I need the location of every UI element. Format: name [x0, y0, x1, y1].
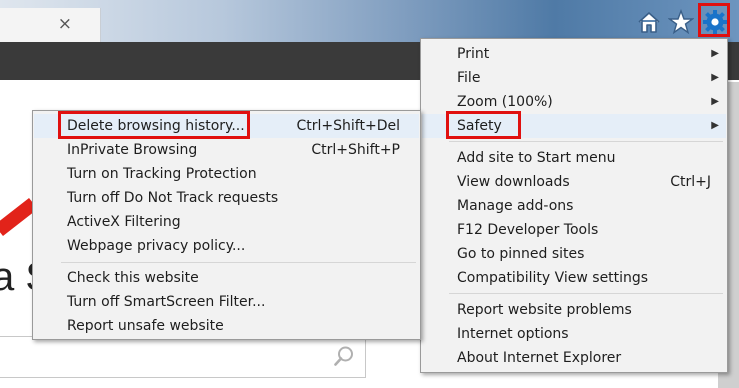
menu-item-about-ie[interactable]: About Internet Explorer — [422, 346, 726, 370]
menu-item-label: Compatibility View settings — [457, 270, 649, 286]
title-bar: × — [0, 0, 739, 42]
menu-item-shortcut: Ctrl+J — [670, 174, 711, 190]
menu-item-label: F12 Developer Tools — [457, 222, 599, 238]
menu-item-check-website[interactable]: Check this website — [34, 266, 419, 290]
menu-item-label: InPrivate Browsing — [67, 142, 198, 158]
menu-item-label: Turn off SmartScreen Filter... — [67, 294, 266, 310]
menu-item-zoom[interactable]: Zoom (100%) ▶ — [422, 90, 726, 114]
menu-item-label: Check this website — [67, 270, 199, 286]
menu-item-label: Internet options — [457, 326, 569, 342]
menu-item-label: About Internet Explorer — [457, 350, 622, 366]
tools-menu: Print ▶ File ▶ Zoom (100%) ▶ Safety ▶ Ad… — [420, 38, 728, 373]
menu-item-manage-addons[interactable]: Manage add-ons — [422, 194, 726, 218]
menu-separator — [449, 141, 723, 142]
menu-item-view-downloads[interactable]: View downloads Ctrl+J — [422, 170, 726, 194]
menu-item-shortcut: Ctrl+Shift+P — [311, 142, 400, 158]
menu-item-compat-view[interactable]: Compatibility View settings — [422, 266, 726, 290]
star-icon[interactable] — [667, 9, 695, 35]
menu-item-add-to-start[interactable]: Add site to Start menu — [422, 146, 726, 170]
menu-item-shortcut: Ctrl+Shift+Del — [296, 118, 400, 134]
menu-item-privacy-policy[interactable]: Webpage privacy policy... — [34, 234, 419, 258]
home-icon[interactable] — [636, 10, 662, 34]
menu-item-label: Zoom (100%) — [457, 94, 553, 110]
gear-icon[interactable] — [701, 8, 729, 36]
menu-item-smartscreen[interactable]: Turn off SmartScreen Filter... — [34, 290, 419, 314]
search-icon[interactable] — [333, 345, 355, 367]
menu-item-label: Report unsafe website — [67, 318, 224, 334]
menu-item-label: View downloads — [457, 174, 570, 190]
menu-separator — [449, 293, 723, 294]
menu-item-pinned-sites[interactable]: Go to pinned sites — [422, 242, 726, 266]
close-tab-icon[interactable]: × — [58, 14, 72, 34]
menu-item-label: Safety — [457, 118, 502, 134]
menu-item-internet-options[interactable]: Internet options — [422, 322, 726, 346]
menu-item-label: Go to pinned sites — [457, 246, 585, 262]
menu-separator — [61, 262, 416, 263]
menu-item-label: Webpage privacy policy... — [67, 238, 246, 254]
menu-item-do-not-track[interactable]: Turn off Do Not Track requests — [34, 186, 419, 210]
menu-item-label: ActiveX Filtering — [67, 214, 181, 230]
browser-tab[interactable]: × — [0, 8, 101, 42]
menu-item-report-unsafe[interactable]: Report unsafe website — [34, 314, 419, 338]
menu-item-f12-tools[interactable]: F12 Developer Tools — [422, 218, 726, 242]
menu-item-label: Print — [457, 46, 490, 62]
menu-item-inprivate[interactable]: InPrivate Browsing Ctrl+Shift+P — [34, 138, 419, 162]
submenu-arrow-icon: ▶ — [711, 48, 719, 59]
menu-item-label: File — [457, 70, 481, 86]
submenu-arrow-icon: ▶ — [711, 72, 719, 83]
menu-item-label: Delete browsing history... — [67, 118, 245, 134]
menu-item-print[interactable]: Print ▶ — [422, 42, 726, 66]
submenu-arrow-icon: ▶ — [711, 96, 719, 107]
menu-item-label: Turn on Tracking Protection — [67, 166, 257, 182]
menu-item-activex-filtering[interactable]: ActiveX Filtering — [34, 210, 419, 234]
menu-item-tracking-protection[interactable]: Turn on Tracking Protection — [34, 162, 419, 186]
menu-item-label: Turn off Do Not Track requests — [67, 190, 279, 206]
menu-item-report-problems[interactable]: Report website problems — [422, 298, 726, 322]
safety-submenu: Delete browsing history... Ctrl+Shift+De… — [32, 110, 421, 340]
menu-item-label: Manage add-ons — [457, 198, 574, 214]
menu-item-label: Report website problems — [457, 302, 632, 318]
submenu-arrow-icon: ▶ — [711, 120, 719, 131]
menu-item-file[interactable]: File ▶ — [422, 66, 726, 90]
menu-item-delete-history[interactable]: Delete browsing history... Ctrl+Shift+De… — [34, 114, 419, 138]
menu-item-safety[interactable]: Safety ▶ — [422, 114, 726, 138]
menu-item-label: Add site to Start menu — [457, 150, 616, 166]
page-search-input[interactable] — [0, 336, 366, 378]
